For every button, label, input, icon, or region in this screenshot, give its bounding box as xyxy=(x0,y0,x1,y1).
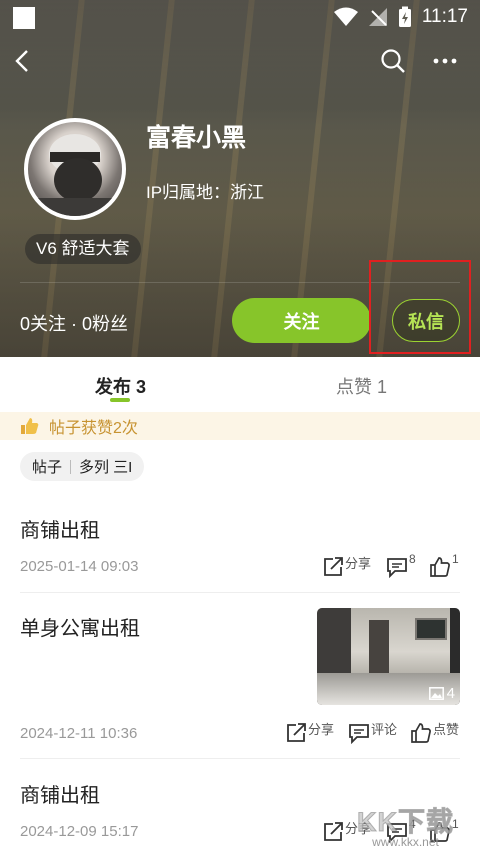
share-icon xyxy=(324,557,343,576)
search-button[interactable] xyxy=(376,44,410,78)
image-count: 4 xyxy=(446,685,455,702)
follow-button[interactable]: 关注 xyxy=(232,298,371,343)
post-separator xyxy=(20,592,460,593)
follow-stats[interactable]: 0关注 · 0粉丝 xyxy=(20,310,128,336)
tab-indicator xyxy=(110,398,130,402)
share-icon xyxy=(324,822,343,841)
comment-label: 评论 xyxy=(371,722,398,737)
post-thumbnail[interactable]: 4 xyxy=(317,608,460,705)
share-button[interactable]: 分享 xyxy=(285,722,334,744)
post-date: 2024-12-09 15:17 xyxy=(20,823,139,840)
post-date: 2025-01-14 09:03 xyxy=(20,558,139,575)
comment-count: 8 xyxy=(409,552,416,566)
share-label: 分享 xyxy=(308,722,335,737)
comment-button[interactable]: 评论 xyxy=(348,722,397,744)
more-button[interactable] xyxy=(428,44,462,78)
thumbnail-window xyxy=(415,618,447,640)
like-button[interactable]: 点赞 xyxy=(410,722,459,744)
comment-icon xyxy=(349,724,369,744)
back-button[interactable] xyxy=(6,44,40,78)
post-separator xyxy=(20,758,460,759)
status-time: 11:17 xyxy=(421,6,468,27)
back-arrow-icon xyxy=(15,50,28,72)
post-date: 2024-12-11 10:36 xyxy=(20,725,138,742)
thumbs-up-badge-icon xyxy=(21,418,39,434)
share-button[interactable]: 分享 xyxy=(322,556,371,578)
tab-likes[interactable]: 点赞 1 xyxy=(336,373,387,399)
thumbs-up-icon xyxy=(411,723,431,743)
signal-icon xyxy=(368,8,387,26)
avatar-image xyxy=(38,134,112,216)
filter-pill[interactable]: 帖子 多列 三I xyxy=(20,452,145,481)
thumbnail-door xyxy=(369,620,389,675)
filter-divider xyxy=(70,459,72,474)
likes-banner-text: 帖子获赞2次 xyxy=(49,420,138,437)
image-icon xyxy=(428,687,444,700)
tab-bar: 发布 3 点赞 1 xyxy=(0,357,480,409)
post-title[interactable]: 商铺出租 xyxy=(20,779,100,808)
search-icon xyxy=(381,49,405,73)
filter-option-layout[interactable]: 多列 三I xyxy=(79,456,132,477)
like-count: 1 xyxy=(452,552,459,566)
filter-option-posts[interactable]: 帖子 xyxy=(32,456,62,477)
highlight-box xyxy=(369,260,471,354)
level-badge[interactable]: V6 舒适大套 xyxy=(25,234,141,264)
status-bar: 11:17 xyxy=(0,0,480,36)
avatar[interactable] xyxy=(24,118,126,220)
comment-button[interactable]: 8 xyxy=(386,552,416,578)
battery-icon xyxy=(398,6,411,27)
tab-posts[interactable]: 发布 3 xyxy=(95,373,146,399)
more-dots-icon xyxy=(433,58,457,64)
ip-location: IP归属地：浙江 xyxy=(146,183,265,202)
like-label: 点赞 xyxy=(433,722,460,737)
post-title[interactable]: 单身公寓出租 xyxy=(20,612,140,641)
thumbs-up-icon xyxy=(430,557,450,577)
image-count-badge: 4 xyxy=(428,685,455,702)
post-title[interactable]: 商铺出租 xyxy=(20,514,100,543)
watermark-logo: KK下载 xyxy=(357,807,454,838)
share-icon xyxy=(287,723,306,742)
user-name: 富春小黑 xyxy=(146,124,247,152)
watermark: KK下载 www.kkx.net xyxy=(357,800,454,850)
notification-icon xyxy=(13,7,35,29)
comment-icon xyxy=(387,558,407,578)
share-label: 分享 xyxy=(345,556,372,571)
like-button[interactable]: 1 xyxy=(429,552,459,578)
wifi-icon xyxy=(333,7,358,26)
likes-banner: 帖子获赞2次 xyxy=(0,412,480,440)
